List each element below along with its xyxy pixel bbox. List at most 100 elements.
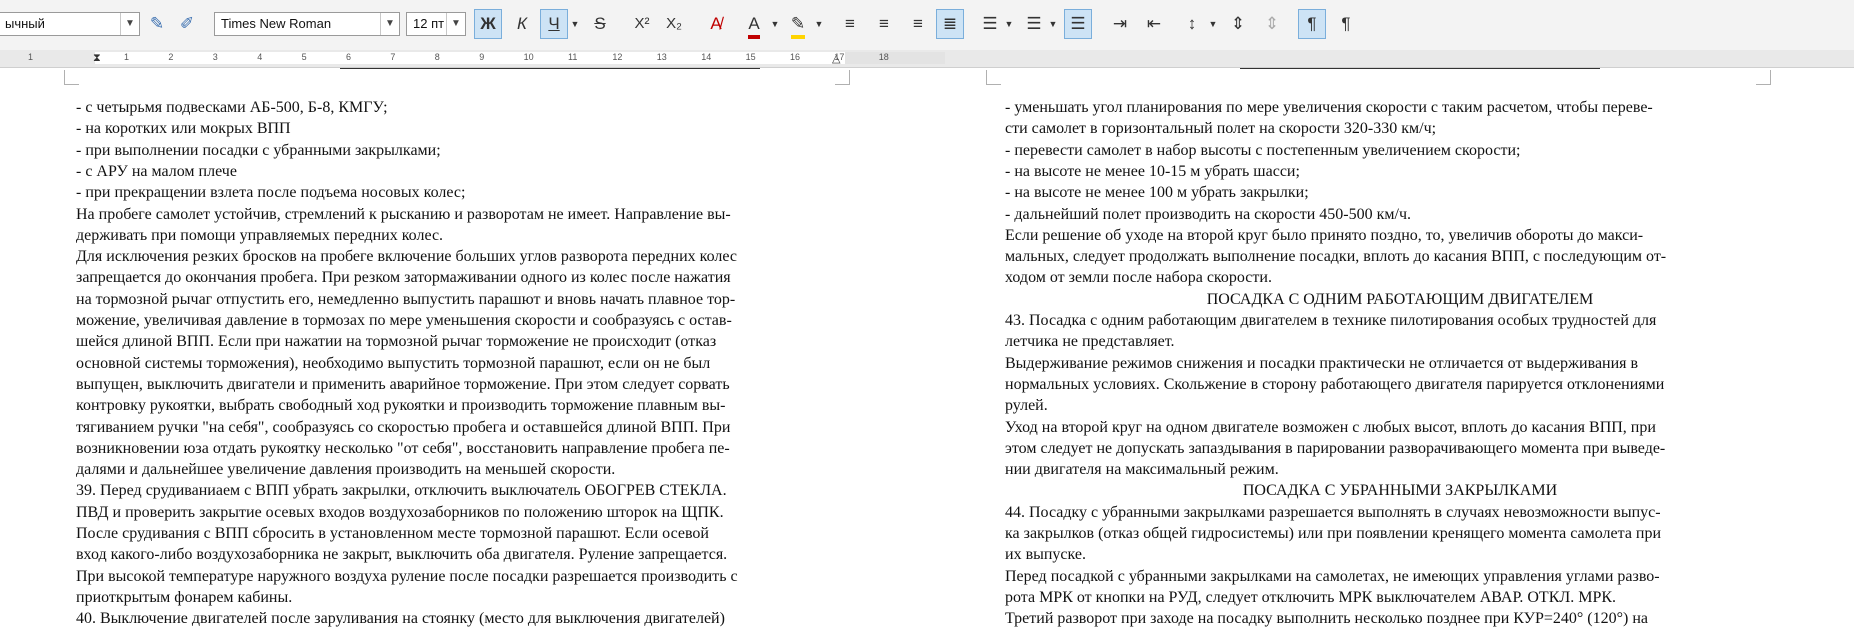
text-line[interactable]: Выдерживание режимов снижения и посадки …	[1005, 353, 1638, 374]
text-line[interactable]: - перевести самолет в набор высоты с пос…	[1005, 140, 1521, 161]
text-line[interactable]: Если решение об уходе на второй круг был…	[1005, 225, 1643, 246]
text-line[interactable]: шейся длиной ВПП. Если при нажатии на то…	[76, 331, 716, 352]
increase-indent-icon[interactable]: ⇥	[1106, 9, 1134, 39]
ruler-tick-label: 18	[878, 52, 889, 62]
ruler-tick-label: 1	[28, 52, 34, 62]
text-line[interactable]: далями и дальнейшее увеличение давления …	[76, 459, 615, 480]
text-line[interactable]: нормальных условиях. Скольжение в сторон…	[1005, 374, 1664, 395]
text-line[interactable]: этом следует не допускать запаздывания в…	[1005, 438, 1665, 459]
chevron-down-icon[interactable]: ▼	[380, 13, 399, 35]
no-list-icon[interactable]: ☰	[1064, 9, 1092, 39]
text-line[interactable]: тягиванием ручки "на себя", сообразуясь …	[76, 417, 730, 438]
text-line[interactable]: можение, увеличивая давление в тормозах …	[76, 310, 732, 331]
text-line[interactable]: - дальнейший полет производить на скорос…	[1005, 204, 1411, 225]
align-center-icon[interactable]: ≡	[870, 9, 898, 39]
text-line[interactable]: сти самолет в горизонтальный полет на ск…	[1005, 118, 1436, 139]
new-style-icon[interactable]: ✐	[173, 9, 201, 39]
text-line[interactable]: рота МРК от кнопки на РУД, следует отклю…	[1005, 587, 1616, 608]
text-line[interactable]: - с четырьмя подвесками АБ-500, Б-8, КМГ…	[76, 97, 388, 118]
chevron-down-icon[interactable]: ▼	[1048, 9, 1058, 39]
italic-button[interactable]: К	[508, 9, 536, 39]
text-line[interactable]: основной системы торможения), необходимо…	[76, 353, 710, 374]
ruler-tick-label: 11	[568, 52, 578, 62]
text-line[interactable]: летчика не представляет.	[1005, 331, 1175, 352]
text-line[interactable]: 43. Посадка с одним работающим двигателе…	[1005, 310, 1656, 331]
text-line[interactable]: ПВД и проверить закрытие осевых входов в…	[76, 502, 724, 523]
subscript-button[interactable]: X₂	[660, 9, 688, 39]
text-line[interactable]: ка закрылков (отказ общей гидросистемы) …	[1005, 523, 1661, 544]
horizontal-ruler[interactable]: ⧗ △ 1 1 2 3 4 5 6 7 8 9 10 11 12 13 14 15 16 17 18	[0, 50, 1854, 68]
text-line[interactable]: - уменьшать угол планирования по мере ув…	[1005, 97, 1653, 118]
bullet-list-icon[interactable]: ☰	[976, 9, 1004, 39]
strikethrough-button[interactable]: S	[586, 9, 614, 39]
increase-paragraph-spacing-icon[interactable]: ⇕	[1224, 9, 1252, 39]
underline-button[interactable]: Ч	[540, 9, 568, 39]
text-line[interactable]: 39. Перед срудиваниаем с ВПП убрать закр…	[76, 480, 727, 501]
text-line[interactable]: - при выполнении посадки с убранными зак…	[76, 140, 441, 161]
section-heading[interactable]: ПОСАДКА С ОДНИМ РАБОТАЮЩИМ ДВИГАТЕЛЕМ	[1005, 289, 1795, 310]
align-right-icon[interactable]: ≡	[904, 9, 932, 39]
text-line[interactable]: Перед посадкой с убранными закрылками на…	[1005, 566, 1660, 587]
text-line[interactable]: При высокой температуре наружного воздух…	[76, 566, 738, 587]
text-line[interactable]: 44. Посадку с убранными закрылками разре…	[1005, 502, 1661, 523]
indent-marker-icon[interactable]: ⧗	[93, 52, 101, 65]
text-line[interactable]: их выпуске.	[1005, 544, 1086, 565]
text-line[interactable]: После срудивания с ВПП сбросить в устано…	[76, 523, 709, 544]
text-line[interactable]: нии двигателя на максимальный режим.	[1005, 459, 1279, 480]
text-line[interactable]: - с АРУ на малом плече	[76, 161, 237, 182]
text-line[interactable]: - на высоте не менее 100 м убрать закрыл…	[1005, 182, 1309, 203]
text-line[interactable]: вход какого-либо воздухозаборника не зак…	[76, 544, 727, 565]
ruler-tick-label: 7	[390, 52, 396, 62]
align-left-icon[interactable]: ≡	[836, 9, 864, 39]
page-corner-marker	[986, 70, 1001, 85]
update-style-icon[interactable]: ✎	[143, 9, 171, 39]
text-line[interactable]: держивать при помощи управляемых передни…	[76, 225, 443, 246]
paragraph-style-combobox[interactable]: ычный ▼	[0, 12, 140, 36]
font-size-combobox[interactable]: 12 пт ▼	[406, 12, 466, 36]
left-page[interactable]: - с четырьмя подвесками АБ-500, Б-8, КМГ…	[76, 68, 856, 644]
text-line[interactable]: - на высоте не менее 10-15 м убрать шасс…	[1005, 161, 1300, 182]
font-color-button[interactable]: A	[740, 9, 768, 39]
chevron-down-icon[interactable]: ▼	[446, 13, 465, 35]
text-line[interactable]: контровку рукоятки, выбрать свободный хо…	[76, 395, 726, 416]
chevron-down-icon[interactable]: ▼	[120, 13, 139, 35]
text-line[interactable]: приоткрытым фонарем кабины.	[76, 587, 292, 608]
ruler-tick-label: 8	[434, 52, 440, 62]
chevron-down-icon[interactable]: ▼	[570, 9, 580, 39]
numbered-list-icon[interactable]: ☰	[1020, 9, 1048, 39]
text-line[interactable]: запрещается до окончания пробега. При ре…	[76, 267, 731, 288]
text-line[interactable]: Третий разворот при заходе на посадку вы…	[1005, 608, 1648, 629]
text-line[interactable]: на тормозной рычаг отпустить его, немедл…	[76, 289, 735, 310]
right-to-left-icon[interactable]: ¶	[1332, 9, 1360, 39]
text-line[interactable]: - при прекращении взлета после подъема н…	[76, 182, 465, 203]
justify-icon[interactable]: ≣	[936, 9, 964, 39]
ruler-tick-label: 13	[656, 52, 667, 62]
line-spacing-icon[interactable]: ↕	[1178, 9, 1206, 39]
chevron-down-icon[interactable]: ▼	[1004, 9, 1014, 39]
section-heading[interactable]: ПОСАДКА С УБРАННЫМИ ЗАКРЫЛКАМИ	[1005, 480, 1795, 501]
text-line[interactable]: Для исключения резких бросков на пробеге…	[76, 246, 737, 267]
clear-formatting-icon[interactable]: A̸	[702, 9, 730, 39]
formatting-marks-icon[interactable]: ¶	[1298, 9, 1326, 39]
text-line[interactable]: ходом от земли после набора скорости.	[1005, 267, 1272, 288]
text-line[interactable]: На пробеге самолет устойчив, стремлений …	[76, 204, 731, 225]
decrease-paragraph-spacing-icon[interactable]: ⇕	[1258, 9, 1286, 39]
highlight-button[interactable]: ✎	[784, 9, 812, 39]
text-line[interactable]: 40. Выключение двигателей после зарулива…	[76, 608, 725, 629]
font-name-combobox[interactable]: Times New Roman ▼	[214, 12, 400, 36]
document-canvas[interactable]: - с четырьмя подвесками АБ-500, Б-8, КМГ…	[0, 68, 1854, 644]
text-line[interactable]: мальных, следует продолжать выполнение п…	[1005, 246, 1666, 267]
font-name-value: Times New Roman	[221, 16, 332, 31]
chevron-down-icon[interactable]: ▼	[770, 9, 780, 39]
decrease-indent-icon[interactable]: ⇤	[1140, 9, 1168, 39]
text-line[interactable]: - на коротких или мокрых ВПП	[76, 118, 291, 139]
right-page[interactable]: - уменьшать угол планирования по мере ув…	[1005, 68, 1795, 644]
text-line[interactable]: рулей.	[1005, 395, 1048, 416]
superscript-button[interactable]: X²	[628, 9, 656, 39]
chevron-down-icon[interactable]: ▼	[1208, 9, 1218, 39]
text-line[interactable]: возникновении юза отдать рукоятку нескол…	[76, 438, 730, 459]
text-line[interactable]: выпущен, выключить двигатели и применить…	[76, 374, 730, 395]
chevron-down-icon[interactable]: ▼	[814, 9, 824, 39]
bold-button[interactable]: Ж	[474, 9, 502, 39]
text-line[interactable]: Уход на второй круг на одном двигателе в…	[1005, 417, 1656, 438]
